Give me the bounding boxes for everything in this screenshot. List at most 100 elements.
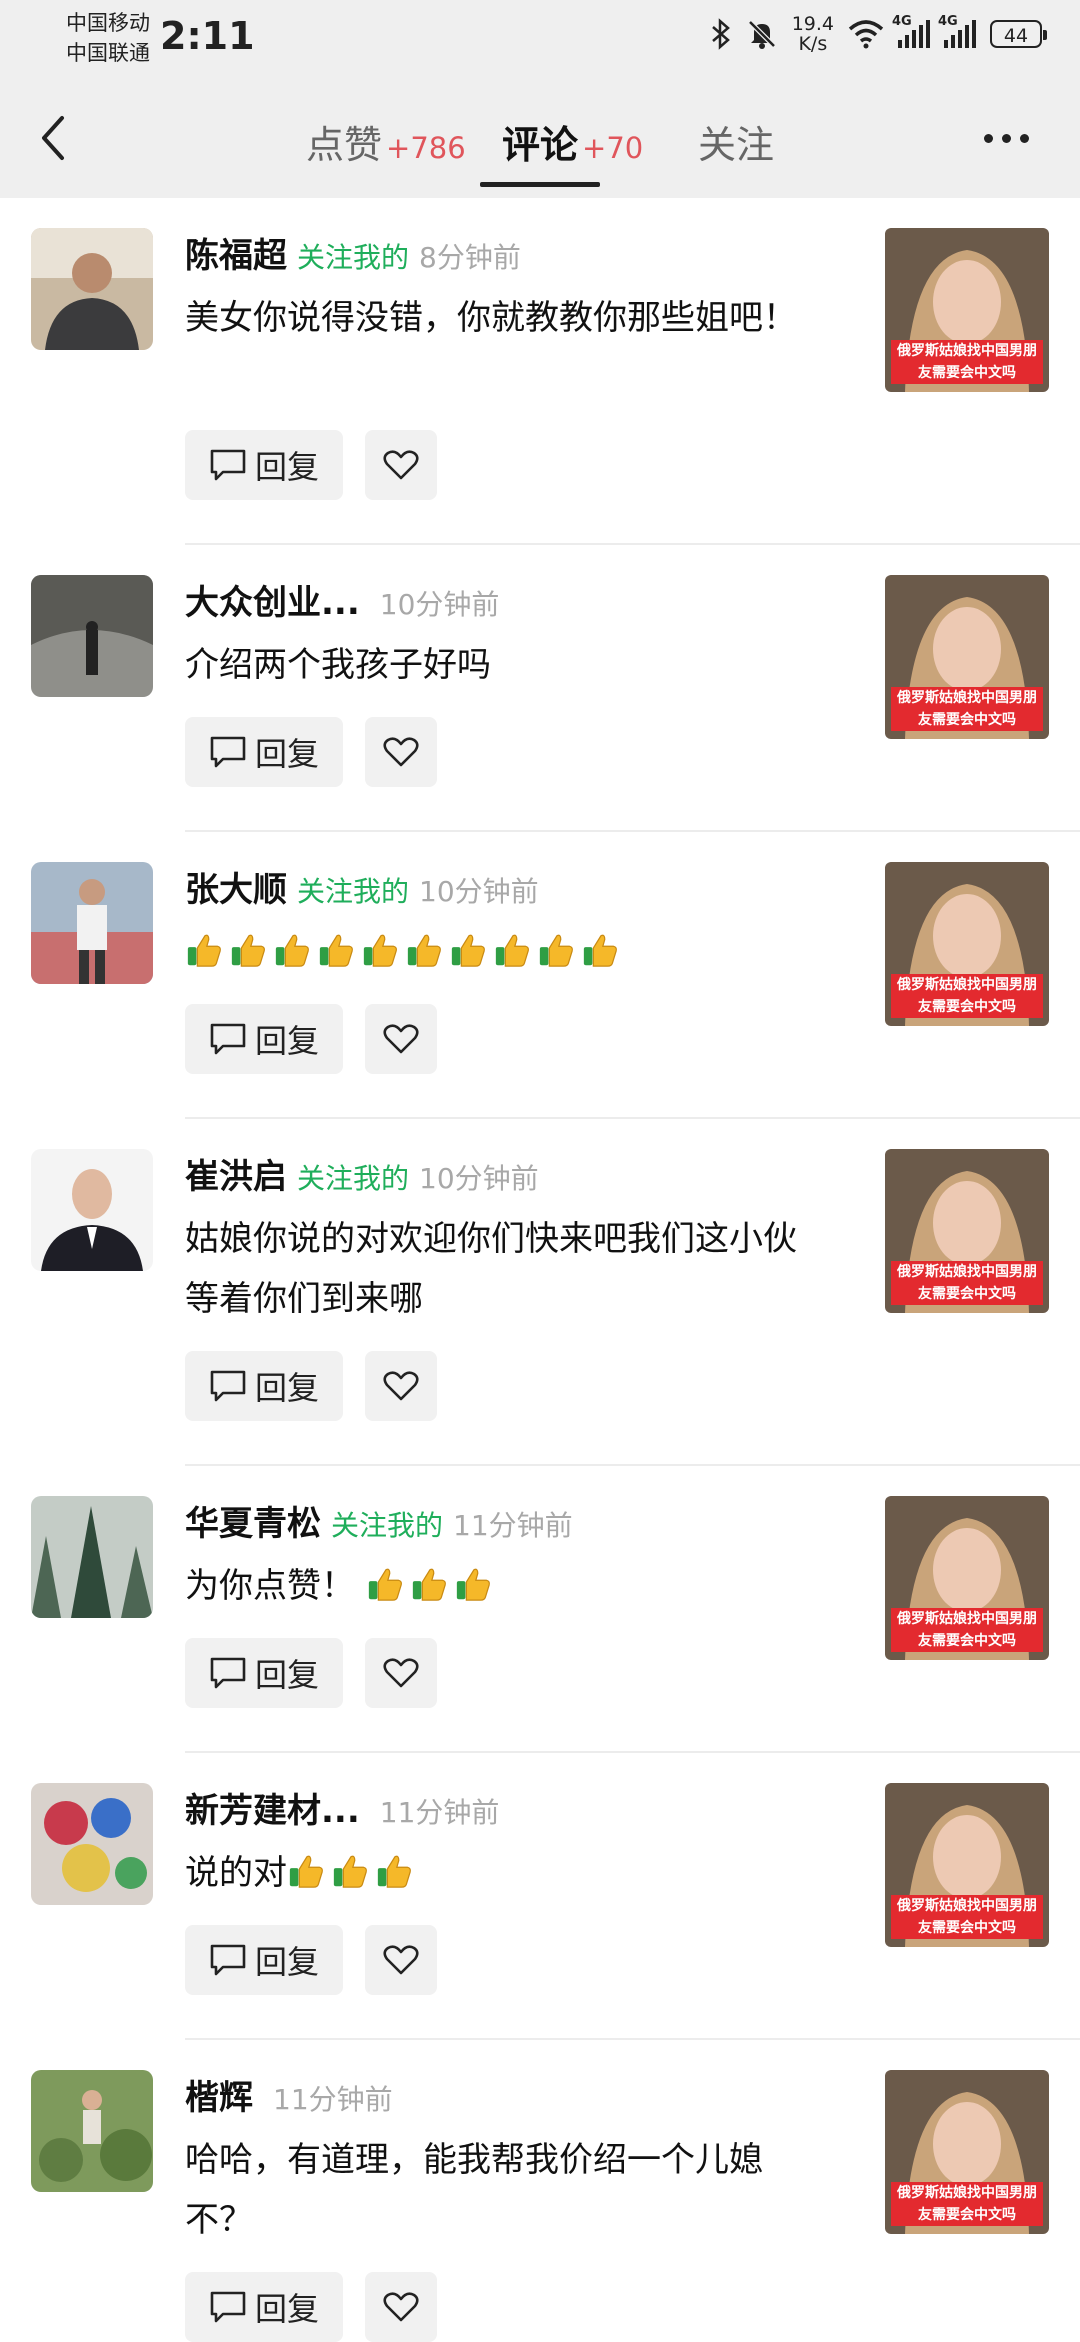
comment-text[interactable]: 哈哈，有道理，能我帮我价绍一个儿媳不？ (185, 2130, 825, 2250)
avatar[interactable] (31, 1496, 153, 1618)
like-button[interactable] (365, 2272, 437, 2342)
reply-button[interactable]: 回复 (185, 1638, 343, 1708)
signal-icon: 4G (892, 14, 930, 48)
comment-text[interactable]: 姑娘你说的对欢迎你们快来吧我们这小伙等着你们到来哪 (185, 1209, 825, 1329)
status-icons: 19.4 K/s 4G 4G 44 (710, 13, 1047, 54)
thumbnail-caption: 俄罗斯姑娘找中国男朋友需要会中文吗 (891, 1608, 1043, 1652)
active-tab-indicator (480, 182, 600, 187)
thumbs-up-emoji (229, 928, 267, 967)
tab-bar: 点赞 +786 评论 +70 关注 (0, 78, 1080, 198)
signal-icon: 4G (938, 14, 976, 48)
reply-button[interactable]: 回复 (185, 2272, 343, 2342)
like-button[interactable] (365, 1638, 437, 1708)
comment-icon (210, 449, 246, 481)
comment-time: 11分钟前 (379, 1796, 500, 1829)
reply-label: 回复 (254, 2290, 319, 2328)
heart-icon (383, 450, 419, 480)
reply-label: 回复 (254, 1022, 319, 1060)
comment-text-content: 说的对 (185, 1853, 287, 1893)
thumbs-up-emoji (361, 928, 399, 967)
video-thumbnail[interactable]: 俄罗斯姑娘找中国男朋友需要会中文吗 (885, 1149, 1049, 1313)
avatar[interactable] (31, 2070, 153, 2192)
video-thumbnail[interactable]: 俄罗斯姑娘找中国男朋友需要会中文吗 (885, 1496, 1049, 1660)
avatar[interactable] (31, 1783, 153, 1905)
thumbs-up-emoji (331, 1849, 369, 1888)
user-name[interactable]: 陈福超 (185, 228, 287, 277)
like-button[interactable] (365, 717, 437, 787)
comment-meta: 张大顺 关注我的 10分钟前 (185, 862, 539, 910)
comment-time: 8分钟前 (419, 241, 521, 274)
thumbnail-caption: 俄罗斯姑娘找中国男朋友需要会中文吗 (891, 687, 1043, 731)
more-icon[interactable] (984, 134, 1029, 143)
thumbs-up-emoji (581, 928, 619, 967)
video-thumbnail[interactable]: 俄罗斯姑娘找中国男朋友需要会中文吗 (885, 228, 1049, 392)
comment-text[interactable]: 介绍两个我孩子好吗 (185, 635, 825, 695)
like-button[interactable] (365, 1925, 437, 1995)
tab-comments-label: 评论 (502, 123, 579, 167)
list-item: 大众创业... 10分钟前 介绍两个我孩子好吗 俄罗斯姑娘找中国男朋友需要会中文… (0, 545, 1080, 832)
comment-list: 陈福超 关注我的 8分钟前 美女你说得没错，你就教教你那些姐吧！ 俄罗斯姑娘找中… (0, 198, 1080, 2342)
follow-badge: 关注我的 (331, 1509, 444, 1542)
carrier-names: 中国移动 中国联通 (66, 8, 150, 68)
comment-text-content: 为你点赞！ (185, 1566, 355, 1606)
avatar[interactable] (31, 575, 153, 697)
avatar[interactable] (31, 228, 153, 350)
follow-badge: 关注我的 (297, 241, 410, 274)
reply-button[interactable]: 回复 (185, 1925, 343, 1995)
user-name[interactable]: 新芳建材... (185, 1783, 360, 1832)
reply-button[interactable]: 回复 (185, 1351, 343, 1421)
comment-icon (210, 2291, 246, 2323)
like-button[interactable] (365, 1004, 437, 1074)
thumbnail-caption: 俄罗斯姑娘找中国男朋友需要会中文吗 (891, 974, 1043, 1018)
avatar[interactable] (31, 1149, 153, 1271)
thumbs-up-emoji (366, 1562, 404, 1601)
status-bar: 中国移动 中国联通 2:11 19.4 K/s 4G 4G 44 (0, 0, 1080, 78)
comment-text[interactable] (185, 922, 825, 982)
reply-label: 回复 (254, 1943, 319, 1981)
list-item: 楷辉 11分钟前 哈哈，有道理，能我帮我价绍一个儿媳不？ 俄罗斯姑娘找中国男朋友… (0, 2040, 1080, 2342)
user-name[interactable]: 华夏青松 (185, 1496, 321, 1545)
thumbs-up-emoji (405, 928, 443, 967)
comment-icon (210, 1023, 246, 1055)
comment-text[interactable]: 美女你说得没错，你就教教你那些姐吧！ (185, 288, 825, 348)
comment-text[interactable]: 为你点赞！ (185, 1556, 825, 1616)
comment-actions: 回复 (185, 1004, 437, 1074)
like-button[interactable] (365, 430, 437, 500)
signal-label-2: 4G (938, 14, 958, 29)
reply-label: 回复 (254, 735, 319, 773)
video-thumbnail[interactable]: 俄罗斯姑娘找中国男朋友需要会中文吗 (885, 575, 1049, 739)
comment-meta: 崔洪启 关注我的 10分钟前 (185, 1149, 539, 1197)
comment-text[interactable]: 说的对 (185, 1843, 825, 1903)
user-name[interactable]: 张大顺 (185, 862, 287, 911)
comment-meta: 华夏青松 关注我的 11分钟前 (185, 1496, 573, 1544)
network-speed-value: 19.4 (791, 13, 834, 35)
follow-badge: 关注我的 (297, 875, 410, 908)
user-name[interactable]: 崔洪启 (185, 1149, 287, 1198)
thumbnail-caption: 俄罗斯姑娘找中国男朋友需要会中文吗 (891, 2182, 1043, 2226)
heart-icon (383, 1658, 419, 1688)
reply-button[interactable]: 回复 (185, 717, 343, 787)
avatar[interactable] (31, 862, 153, 984)
thumbs-up-emoji (493, 928, 531, 967)
comment-actions: 回复 (185, 1351, 437, 1421)
reply-label: 回复 (254, 1656, 319, 1694)
comment-meta: 陈福超 关注我的 8分钟前 (185, 228, 521, 276)
like-button[interactable] (365, 1351, 437, 1421)
tab-likes-label: 点赞 (306, 123, 383, 167)
thumbs-up-emoji (410, 1562, 448, 1601)
video-thumbnail[interactable]: 俄罗斯姑娘找中国男朋友需要会中文吗 (885, 1783, 1049, 1947)
reply-button[interactable]: 回复 (185, 430, 343, 500)
tab-comments[interactable]: 评论 +70 (502, 114, 643, 169)
thumbs-up-emoji-group (185, 932, 625, 972)
video-thumbnail[interactable]: 俄罗斯姑娘找中国男朋友需要会中文吗 (885, 862, 1049, 1026)
tab-likes[interactable]: 点赞 +786 (306, 114, 466, 169)
tab-follows[interactable]: 关注 (698, 114, 774, 169)
user-name[interactable]: 楷辉 (185, 2070, 253, 2119)
thumbs-up-emoji (537, 928, 575, 967)
user-name[interactable]: 大众创业... (185, 575, 360, 624)
comment-time: 10分钟前 (419, 1162, 539, 1195)
thumbs-up-emoji (185, 928, 223, 967)
comment-actions: 回复 (185, 717, 437, 787)
reply-button[interactable]: 回复 (185, 1004, 343, 1074)
video-thumbnail[interactable]: 俄罗斯姑娘找中国男朋友需要会中文吗 (885, 2070, 1049, 2234)
